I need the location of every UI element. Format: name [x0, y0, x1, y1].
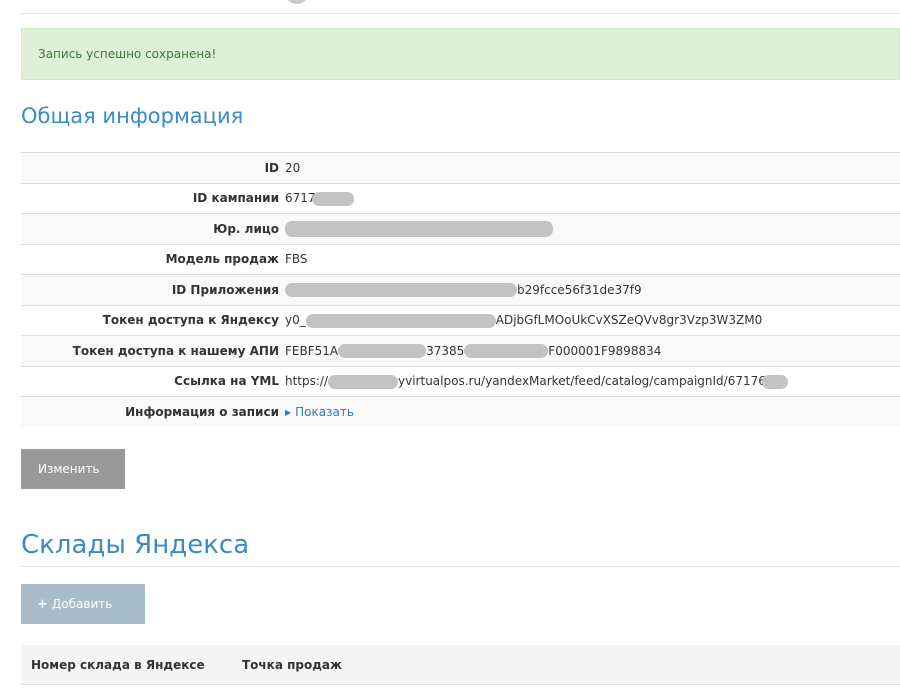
row-label-record-info: Информация о записи [21, 396, 285, 427]
row-value-app-id: b29fcce56f31de37f9 [285, 274, 900, 305]
add-warehouse-label: Добавить [51, 596, 113, 611]
row-value-legal-entity [285, 213, 900, 244]
add-warehouse-button[interactable]: + Добавить [21, 584, 145, 624]
top-divider [21, 13, 900, 14]
row-label-sales-model: Модель продаж [21, 243, 285, 275]
table-row: Информация о записи ▶ Показать [21, 396, 900, 427]
redacted-area [311, 191, 354, 206]
yandex-warehouses-heading: Склады Яндекса [21, 530, 250, 560]
redacted-area [285, 0, 309, 4]
general-info-table: ID 20 ID кампании 6717 Юр. лицо Модель п… [21, 152, 900, 427]
yandex-token-suffix: ADjbGfLMOoUkCvXSZeQVv8gr3Vzp3W3ZM0 [495, 313, 763, 327]
redacted-area [328, 374, 399, 389]
row-value-yml-link: https:// yvirtualpos.ru/yandexMarket/feed… [285, 365, 900, 397]
campaign-id-visible: 6717 [285, 191, 316, 205]
row-label-app-id: ID Приложения [21, 274, 285, 305]
row-label-id: ID [21, 152, 285, 183]
table-row: Токен доступа к нашему АПИ FEBF51A 37385 F… [21, 335, 900, 366]
redacted-area [285, 283, 517, 297]
table-row: Токен доступа к Яндексу y0_ ADjbGfLMOoUkC… [21, 304, 900, 336]
app-id-visible: b29fcce56f31de37f9 [517, 282, 642, 297]
row-value-sales-model: FBS [285, 243, 900, 275]
redacted-area [285, 220, 553, 237]
table-row: Модель продаж FBS [21, 243, 900, 275]
warehouses-table-header: Номер склада в Яндексе Точка продаж [21, 645, 900, 685]
success-alert: Запись успешно сохранена! [21, 28, 900, 80]
column-header-warehouse-number: Номер склада в Яндексе [31, 658, 205, 672]
row-value-record-info[interactable]: ▶ Показать [285, 396, 900, 427]
table-row: ID Приложения b29fcce56f31de37f9 [21, 274, 900, 305]
general-info-heading: Общая информация [21, 104, 244, 128]
yml-link-prefix: https:// [285, 374, 329, 388]
row-value-yandex-token: y0_ ADjbGfLMOoUkCvXSZeQVv8gr3Vzp3W3ZM0 [285, 304, 900, 336]
id-value: 20 [285, 160, 301, 175]
row-label-legal-entity: Юр. лицо [21, 213, 285, 244]
row-value-api-token: FEBF51A 37385 F000001F9898834 [285, 335, 900, 366]
redacted-area [338, 344, 427, 358]
success-alert-text: Запись успешно сохранена! [38, 47, 217, 61]
edit-button[interactable]: Изменить [21, 449, 125, 489]
table-row: Ссылка на YML https:// yvirtualpos.ru/yan… [21, 365, 900, 397]
row-label-yandex-token: Токен доступа к Яндексу [21, 304, 285, 336]
redacted-area [761, 374, 788, 389]
api-token-middle: 37385 [426, 343, 465, 358]
yml-link-suffix: yvirtualpos.ru/yandexMarket/feed/catalog… [398, 374, 766, 388]
row-value-id: 20 [285, 152, 900, 183]
row-value-campaign-id: 6717 [285, 182, 900, 214]
api-token-prefix: FEBF51A [285, 343, 339, 358]
show-record-info-link[interactable]: Показать [295, 405, 354, 419]
row-label-yml-link: Ссылка на YML [21, 365, 285, 397]
api-token-suffix: F000001F9898834 [548, 343, 662, 358]
row-label-api-token: Токен доступа к нашему АПИ [21, 335, 285, 366]
sales-model-value: FBS [285, 252, 308, 267]
redacted-area [305, 313, 496, 328]
yandex-token-prefix: y0_ [285, 313, 306, 327]
caret-right-icon: ▶ [285, 408, 292, 417]
table-row: ID 20 [21, 152, 900, 183]
row-label-campaign-id: ID кампании [21, 182, 285, 214]
redacted-area [464, 344, 549, 358]
plus-icon: + [37, 596, 48, 612]
column-header-sales-point: Точка продаж [242, 658, 342, 672]
table-row: ID кампании 6717 [21, 182, 900, 214]
heading-divider [21, 566, 900, 567]
table-row: Юр. лицо [21, 213, 900, 244]
